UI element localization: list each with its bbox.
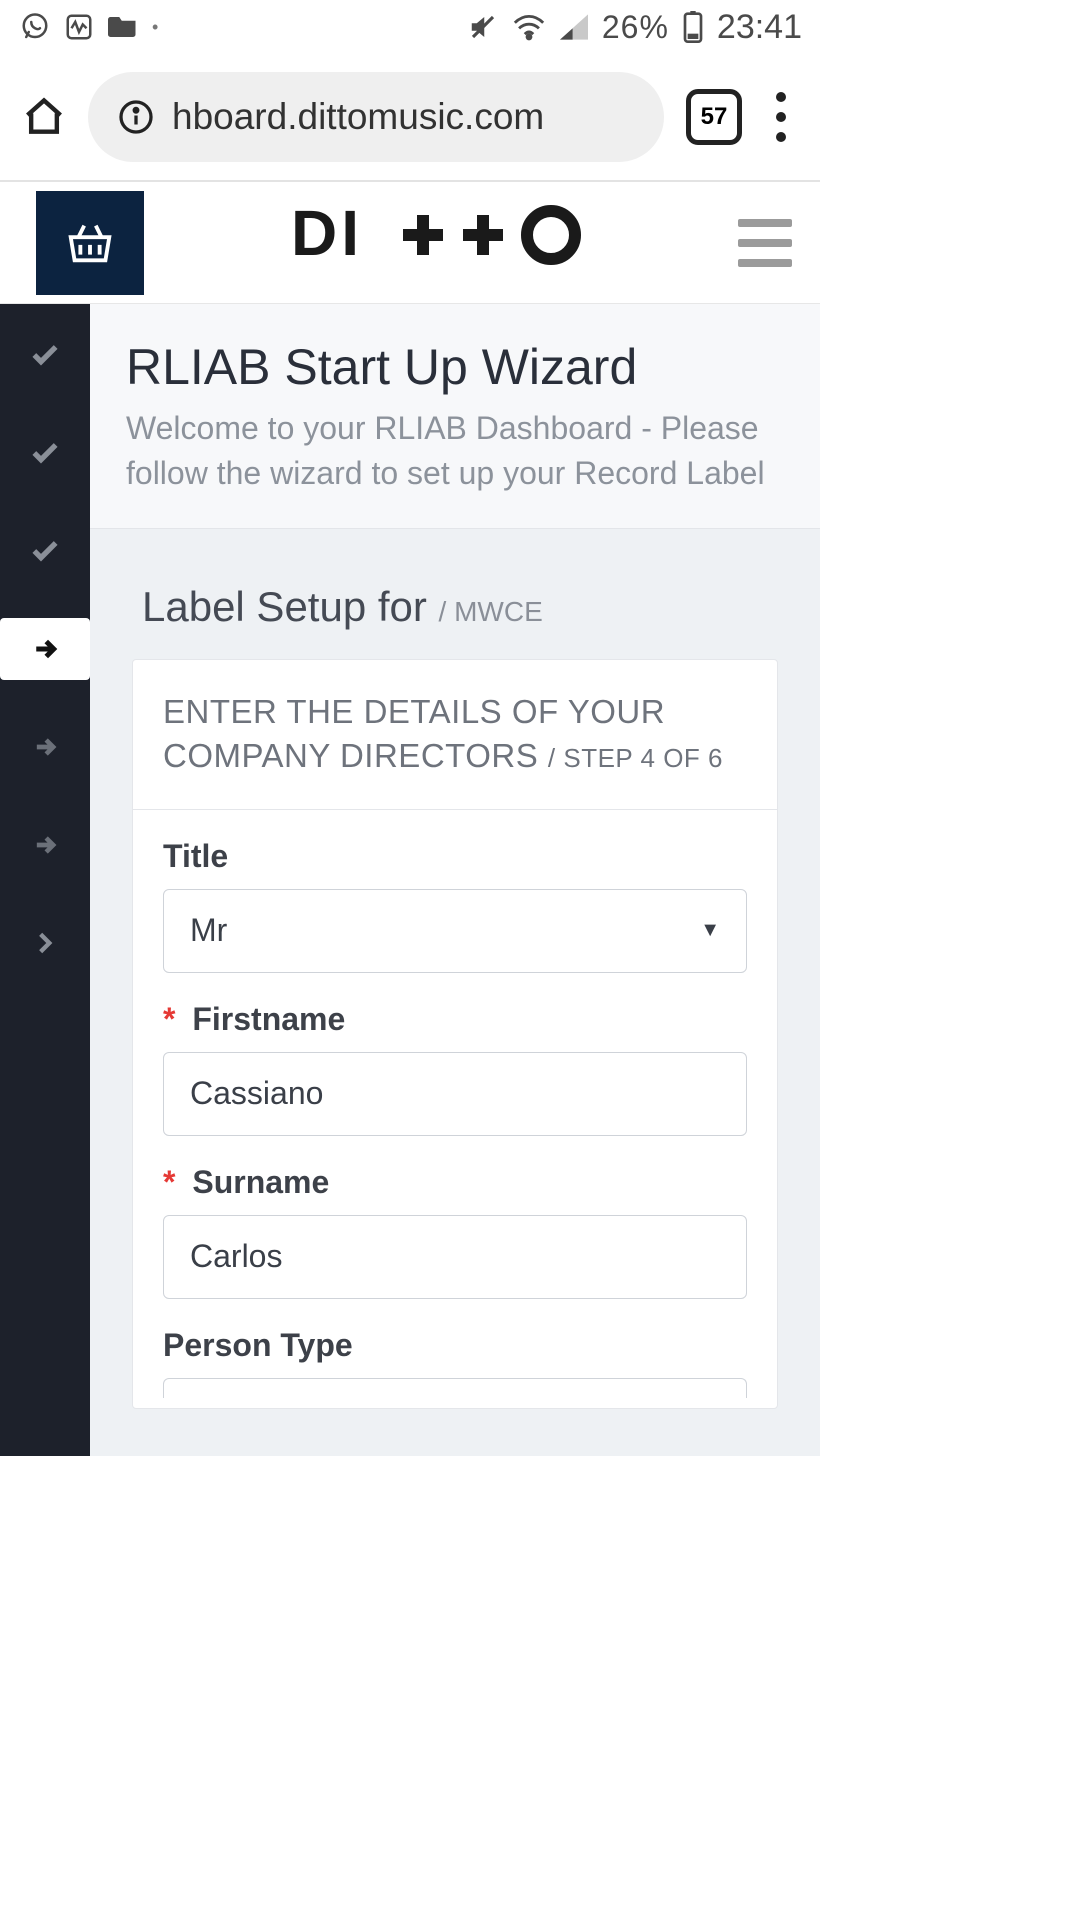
wizard-step-rail — [0, 304, 90, 1456]
menu-icon[interactable] — [738, 219, 792, 267]
battery-percent: 26% — [602, 9, 669, 46]
whatsapp-icon — [20, 12, 50, 42]
home-icon[interactable] — [22, 95, 66, 139]
arrow-right-icon — [30, 634, 60, 664]
tab-switcher[interactable]: 57 — [686, 89, 742, 145]
setup-heading: Label Setup for / MWCE — [90, 529, 820, 659]
setup-heading-suffix: / MWCE — [439, 596, 543, 627]
check-icon — [29, 339, 61, 371]
site-header: DI — [0, 182, 820, 304]
battery-icon — [683, 11, 703, 43]
status-clock: 23:41 — [717, 8, 802, 47]
wizard-header: RLIAB Start Up Wizard Welcome to your RL… — [90, 304, 820, 529]
wizard-step-5[interactable] — [0, 716, 90, 778]
arrow-right-icon — [31, 733, 59, 761]
field-person-type: Person Type — [163, 1327, 747, 1398]
setup-heading-prefix: Label Setup for — [142, 583, 427, 630]
input-surname[interactable] — [163, 1215, 747, 1299]
browser-menu-icon[interactable] — [764, 92, 798, 142]
wizard-title: RLIAB Start Up Wizard — [126, 338, 784, 396]
svg-text:DI: DI — [291, 201, 363, 269]
input-firstname[interactable] — [163, 1052, 747, 1136]
activity-icon — [64, 12, 94, 42]
label-title: Title — [163, 838, 747, 875]
folder-icon — [108, 14, 138, 40]
brand-logo[interactable]: DI — [144, 201, 738, 285]
wizard-step-4-active[interactable] — [0, 618, 90, 680]
chevron-right-icon — [32, 930, 58, 956]
url-bar[interactable]: hboard.dittomusic.com — [88, 72, 664, 162]
wizard-step-2[interactable] — [0, 422, 90, 484]
field-surname: * Surname — [163, 1164, 747, 1299]
field-firstname: * Firstname — [163, 1001, 747, 1136]
browser-toolbar: hboard.dittomusic.com 57 — [0, 54, 820, 182]
basket-icon — [63, 219, 117, 267]
arrow-right-icon — [31, 831, 59, 859]
required-marker: * — [163, 1164, 175, 1200]
wizard-step-3[interactable] — [0, 520, 90, 582]
select-person-type[interactable] — [163, 1378, 747, 1398]
card-title: ENTER THE DETAILS OF YOUR COMPANY DIRECT… — [163, 690, 747, 779]
tab-count-value: 57 — [701, 103, 728, 131]
dot-icon: • — [152, 17, 158, 38]
card-divider — [133, 809, 777, 810]
select-title[interactable]: Mr ▼ — [163, 889, 747, 973]
label-person-type: Person Type — [163, 1327, 747, 1364]
directors-form-card: ENTER THE DETAILS OF YOUR COMPANY DIRECT… — [132, 659, 778, 1409]
card-title-step: / STEP 4 OF 6 — [548, 743, 723, 773]
info-icon[interactable] — [118, 99, 154, 135]
cell-signal-icon — [560, 14, 588, 40]
check-icon — [29, 437, 61, 469]
chevron-down-icon: ▼ — [700, 919, 720, 942]
check-icon — [29, 535, 61, 567]
cart-button[interactable] — [36, 191, 144, 295]
mute-icon — [468, 12, 498, 42]
url-text: hboard.dittomusic.com — [172, 96, 544, 138]
label-surname: Surname — [192, 1164, 329, 1200]
field-title: Title Mr ▼ — [163, 838, 747, 973]
wizard-step-6[interactable] — [0, 814, 90, 876]
label-firstname: Firstname — [192, 1001, 345, 1037]
wizard-step-1[interactable] — [0, 324, 90, 386]
required-marker: * — [163, 1001, 175, 1037]
select-title-value: Mr — [190, 912, 227, 949]
android-status-bar: • 26% 23: — [0, 0, 820, 54]
wizard-step-7[interactable] — [0, 912, 90, 974]
wizard-subtitle: Welcome to your RLIAB Dashboard - Please… — [126, 406, 784, 496]
wifi-icon — [512, 13, 546, 41]
